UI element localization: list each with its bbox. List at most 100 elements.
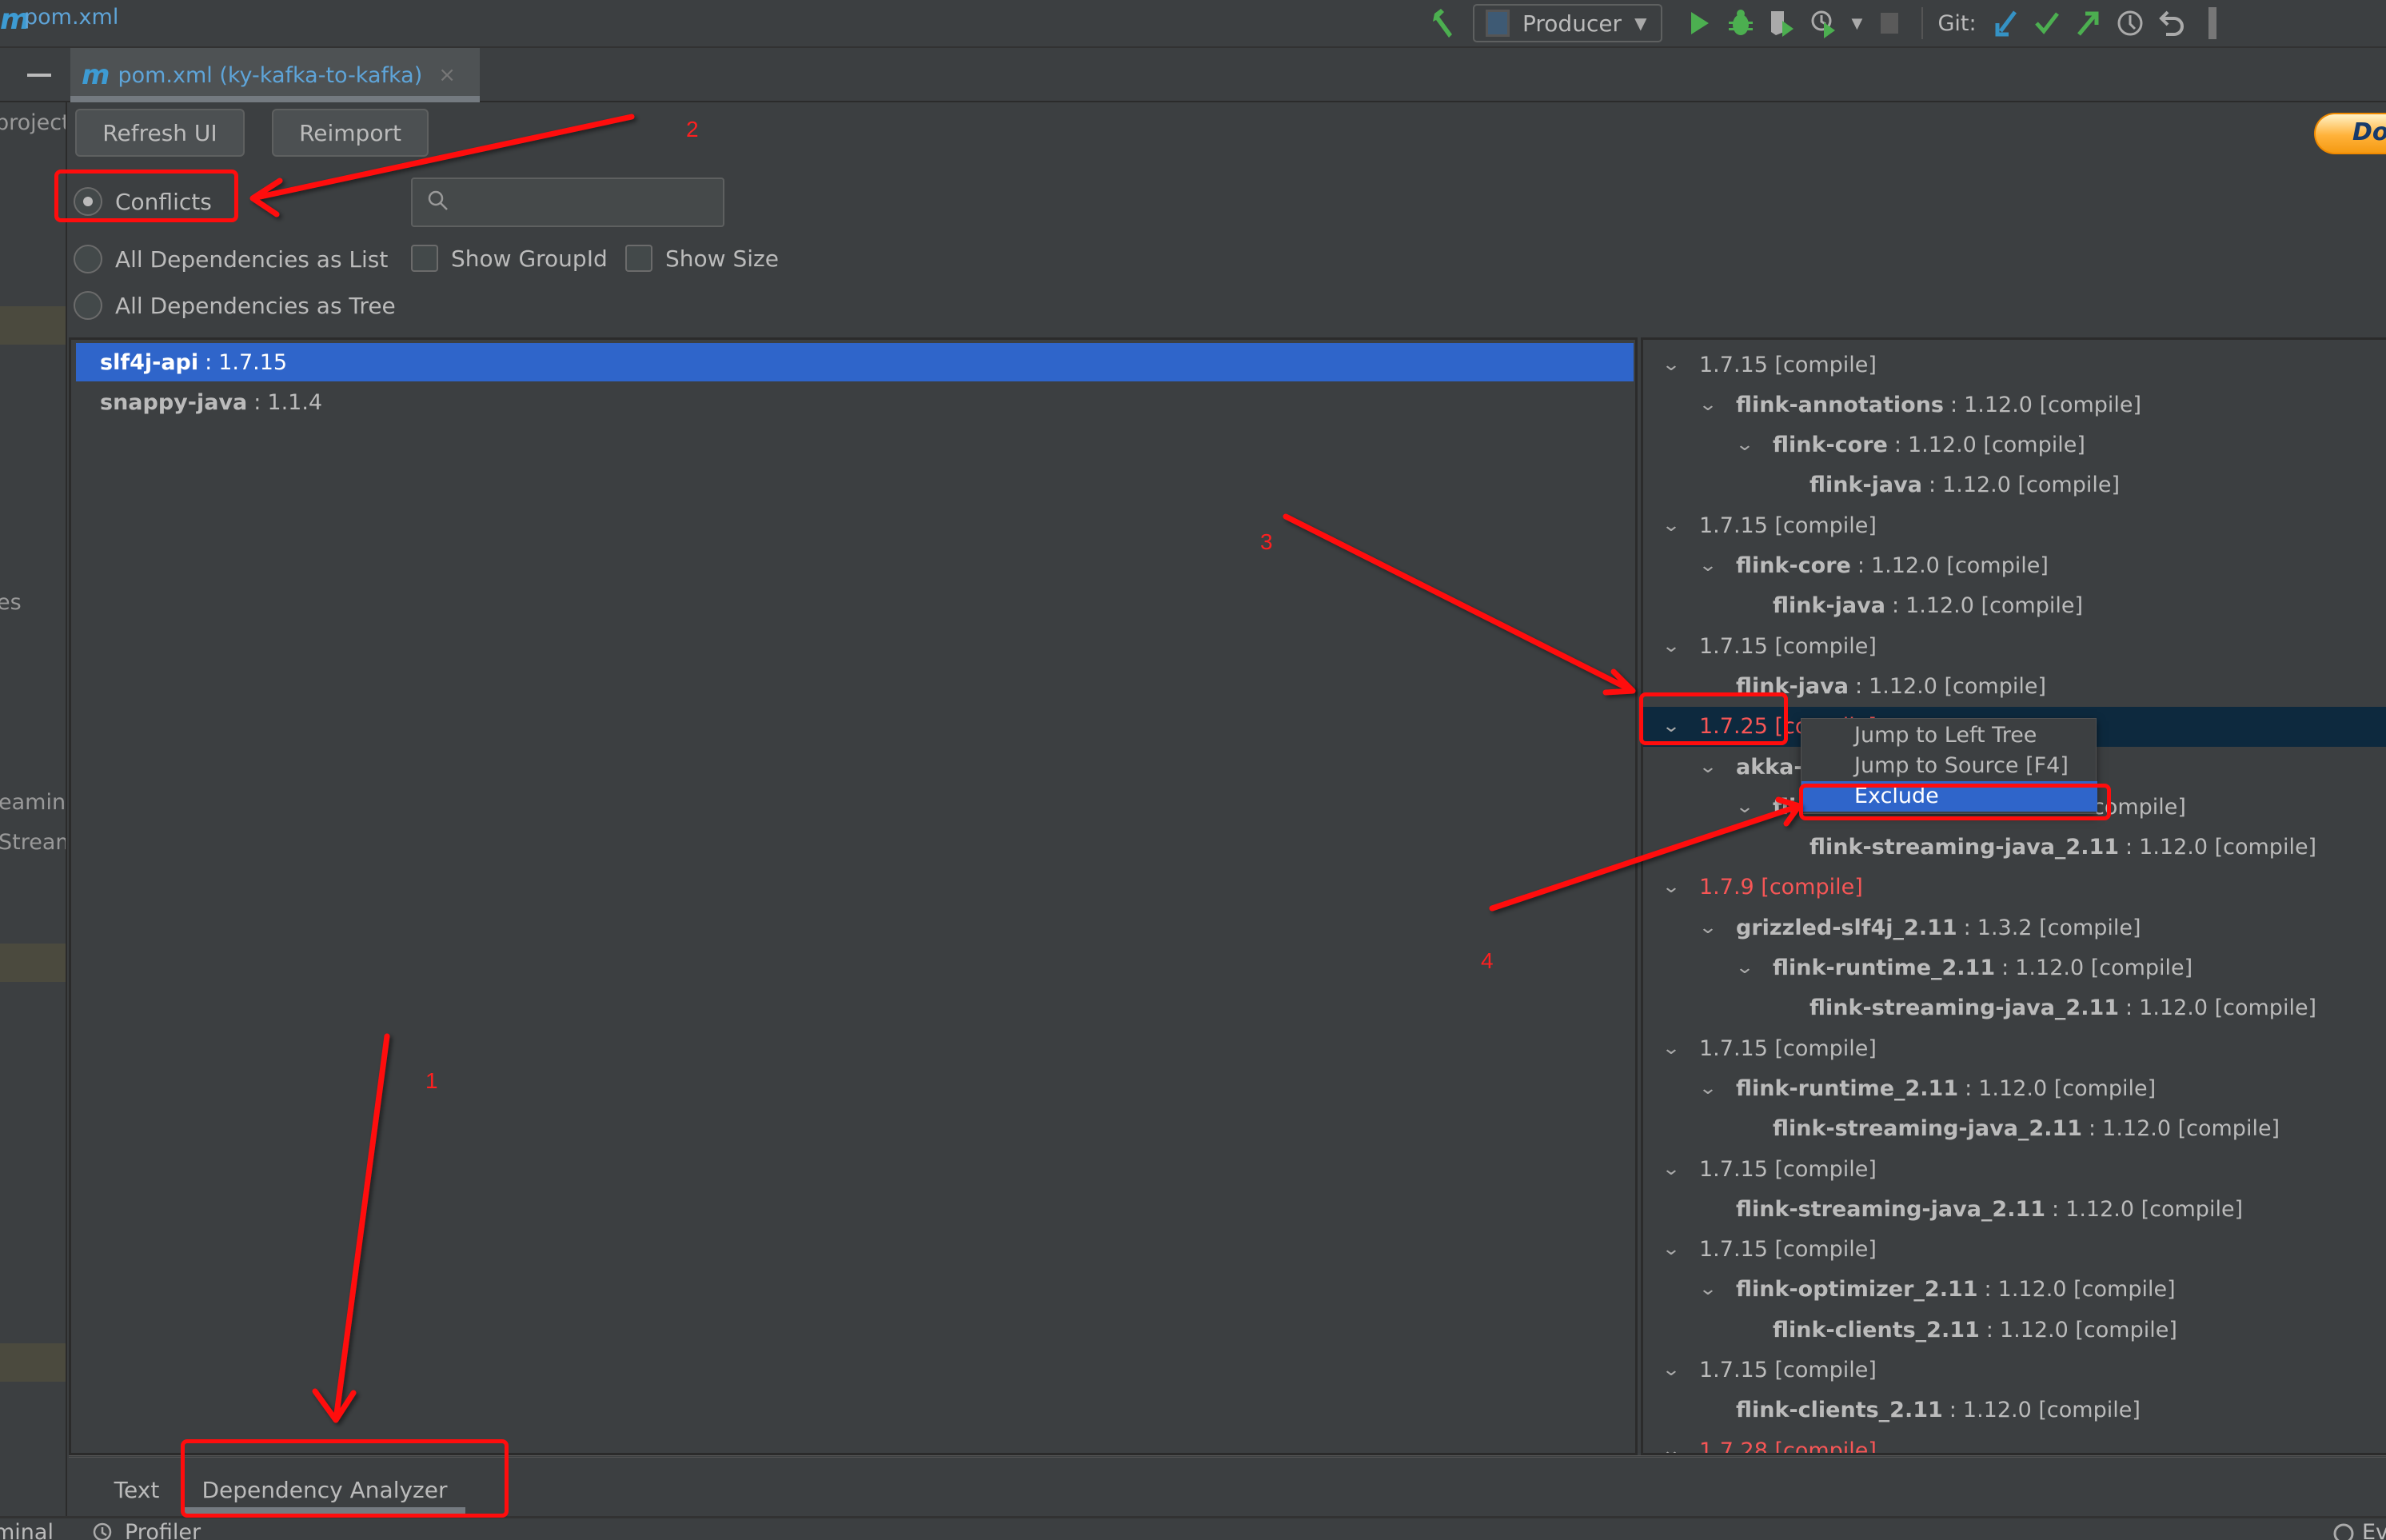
debug-icon[interactable]	[1720, 3, 1762, 43]
usage-tree-panel: ⌄ 1.7.15 [compile] ⌄ flink-annotations:1.12…	[1641, 337, 2386, 1455]
separator: :	[2052, 1196, 2060, 1222]
artifact-name: flink-streaming-java_2.11	[1809, 995, 2120, 1021]
radio-button[interactable]	[74, 245, 102, 273]
menu-item-jump-left-tree[interactable]: Jump to Left Tree	[1801, 720, 2097, 751]
artifact-version: 1.12.0 [compile]	[1978, 1075, 2157, 1101]
tree-row[interactable]: flink-streaming-java_2.11:1.12.0 [compil…	[1643, 1109, 2386, 1149]
chevron-down-icon[interactable]: ⌄	[1734, 797, 1757, 817]
tree-row[interactable]: ⌄ 1.7.15 [compile]	[1643, 626, 2386, 666]
artifact-name: flink-streaming-java_2.11	[1773, 1116, 2083, 1142]
tree-row[interactable]: flink-java:1.12.0 [compile]	[1643, 586, 2386, 626]
chevron-down-icon[interactable]: ⌄	[1660, 1239, 1683, 1259]
chevron-down-icon[interactable]: ⌄	[1660, 1039, 1683, 1059]
show-size-checkbox[interactable]: Show Size	[625, 245, 779, 272]
tree-row[interactable]: flink-java:1.12.0 [compile]	[1643, 465, 2386, 505]
menu-item-jump-source[interactable]: Jump to Source [F4]	[1801, 751, 2097, 781]
checkbox[interactable]	[625, 245, 652, 272]
checkbox[interactable]	[411, 245, 438, 272]
chevron-down-icon[interactable]: ⌄	[1697, 918, 1720, 938]
checkbox-label: Show Size	[665, 245, 779, 272]
profiler-tool-button[interactable]: Profiler	[91, 1520, 201, 1540]
separator: :	[1891, 593, 1900, 619]
minimize-icon[interactable]	[27, 74, 51, 77]
tree-row[interactable]: ⌄ 1.7.15 [compile]	[1643, 345, 2386, 385]
git-commit-icon[interactable]	[2026, 3, 2068, 43]
profile-dropdown-icon[interactable]: ▼	[1845, 3, 1869, 43]
close-icon[interactable]: ×	[438, 63, 456, 87]
run-icon[interactable]	[1678, 3, 1720, 43]
tree-row[interactable]: ⌄ 1.7.15 [compile]	[1643, 505, 2386, 545]
history-icon[interactable]	[2109, 3, 2151, 43]
reimport-button[interactable]: Reimport	[272, 109, 429, 157]
tree-row[interactable]: ⌄ flink-runtime_2.11:1.12.0 [compile]	[1643, 948, 2386, 988]
tree-row[interactable]: ⌄ flink-runtime_2.11:1.12.0 [compile]	[1643, 1068, 2386, 1108]
artifact-name: flink-clients_2.11	[1773, 1317, 1980, 1343]
tab-label: Text	[114, 1476, 160, 1503]
sidebar-fragment[interactable]: es	[0, 590, 22, 615]
chevron-down-icon[interactable]: ⌄	[1660, 1441, 1683, 1453]
search-input[interactable]	[411, 178, 724, 227]
chevron-down-icon[interactable]: ⌄	[1660, 636, 1683, 656]
profile-icon[interactable]	[1803, 3, 1845, 43]
donate-button[interactable]: Donate	[2314, 113, 2386, 154]
list-item[interactable]: snappy-java : 1.1.4	[76, 383, 1634, 421]
tree-row[interactable]: ⌄ 1.7.9 [compile]	[1643, 868, 2386, 908]
chevron-down-icon[interactable]: ⌄	[1697, 1079, 1720, 1099]
sidebar-fragment[interactable]: eaming	[0, 790, 66, 815]
tree-row[interactable]: ⌄ 1.7.15 [compile]	[1643, 1028, 2386, 1068]
tree-row[interactable]: ⌄ flink-annotations:1.12.0 [compile]	[1643, 385, 2386, 425]
coverage-icon[interactable]	[1762, 3, 1803, 43]
radio-all-dependencies-list[interactable]: All Dependencies as List	[74, 245, 388, 273]
tree-row[interactable]: flink-streaming-java_2.11:1.12.0 [compil…	[1643, 1189, 2386, 1229]
tree-row[interactable]: ⌄ flink-optimizer_2.11:1.12.0 [compile]	[1643, 1270, 2386, 1310]
tree-row[interactable]: ⌄ flink-core:1.12.0 [compile]	[1643, 546, 2386, 586]
sidebar-highlight	[0, 1343, 66, 1382]
chevron-down-icon[interactable]: ⌄	[1660, 516, 1683, 536]
chevron-down-icon[interactable]: ⌄	[1660, 355, 1683, 375]
stop-icon[interactable]	[1869, 3, 1910, 43]
rollback-icon[interactable]	[2151, 3, 2192, 43]
refresh-ui-button[interactable]: Refresh UI	[75, 109, 245, 157]
tree-row[interactable]: flink-streaming-java_2.11:1.12.0 [compil…	[1643, 988, 2386, 1028]
chevron-down-icon[interactable]: ⌄	[1660, 877, 1683, 897]
chevron-down-icon[interactable]: ⌄	[1697, 395, 1720, 415]
chevron-down-icon[interactable]: ⌄	[1660, 1360, 1683, 1380]
editor-tab-pom[interactable]: m pom.xml (ky-kafka-to-kafka) ×	[70, 48, 480, 102]
tree-row[interactable]: ⌄ 1.7.15 [compile]	[1643, 1230, 2386, 1270]
artifact-version: 1.7.15 [compile]	[1699, 633, 1877, 659]
terminal-tool-button[interactable]: minal	[0, 1520, 54, 1540]
show-groupid-checkbox[interactable]: Show GroupId	[411, 245, 608, 272]
run-config-selector[interactable]: Producer ▼	[1473, 4, 1663, 42]
chevron-down-icon[interactable]: ⌄	[1660, 1159, 1683, 1179]
list-item[interactable]: slf4j-api : 1.7.15	[76, 343, 1634, 381]
hammer-icon[interactable]	[1423, 3, 1465, 43]
active-tab-indicator	[70, 96, 480, 102]
sidebar-fragment[interactable]: Stream	[0, 830, 66, 855]
tree-row[interactable]: ⌄ 1.7.15 [compile]	[1643, 1149, 2386, 1189]
git-update-icon[interactable]	[1985, 3, 2026, 43]
toolbar-separator	[1921, 7, 1924, 39]
event-log-label: Ev	[2362, 1520, 2386, 1540]
event-log-button[interactable]: Ev	[2332, 1520, 2386, 1540]
separator: :	[1928, 473, 1937, 498]
chevron-down-icon[interactable]: ⌄	[1697, 556, 1720, 576]
tree-row[interactable]: ⌄ flink-core:1.12.0 [compile]	[1643, 425, 2386, 465]
chevron-down-icon[interactable]: ⌄	[1697, 1279, 1720, 1299]
tree-row[interactable]: flink-clients_2.11:1.12.0 [compile]	[1643, 1310, 2386, 1350]
tree-row[interactable]: ⌄ 1.7.28 [compile]	[1643, 1430, 2386, 1453]
tree-row[interactable]: ⌄ 1.7.15 [compile]	[1643, 1350, 2386, 1390]
radio-all-dependencies-tree[interactable]: All Dependencies as Tree	[74, 291, 396, 320]
radio-button[interactable]	[74, 291, 102, 320]
tab-text[interactable]: Text	[101, 1466, 173, 1514]
tree-row[interactable]: flink-streaming-java_2.11:1.12.0 [compil…	[1643, 828, 2386, 868]
git-push-icon[interactable]	[2068, 3, 2109, 43]
artifact-version: 1.3.2 [compile]	[1977, 915, 2141, 940]
artifact-name: flink-java	[1773, 593, 1885, 619]
chevron-down-icon[interactable]: ⌄	[1697, 757, 1720, 777]
tree-row[interactable]: ⌄ grizzled-slf4j_2.11:1.3.2 [compile]	[1643, 908, 2386, 948]
tree-row[interactable]: flink-clients_2.11:1.12.0 [compile]	[1643, 1390, 2386, 1430]
artifact-name: flink-core	[1736, 553, 1851, 578]
chevron-down-icon[interactable]: ⌄	[1734, 435, 1757, 455]
run-config-label: Producer	[1522, 10, 1622, 37]
chevron-down-icon[interactable]: ⌄	[1734, 958, 1757, 978]
